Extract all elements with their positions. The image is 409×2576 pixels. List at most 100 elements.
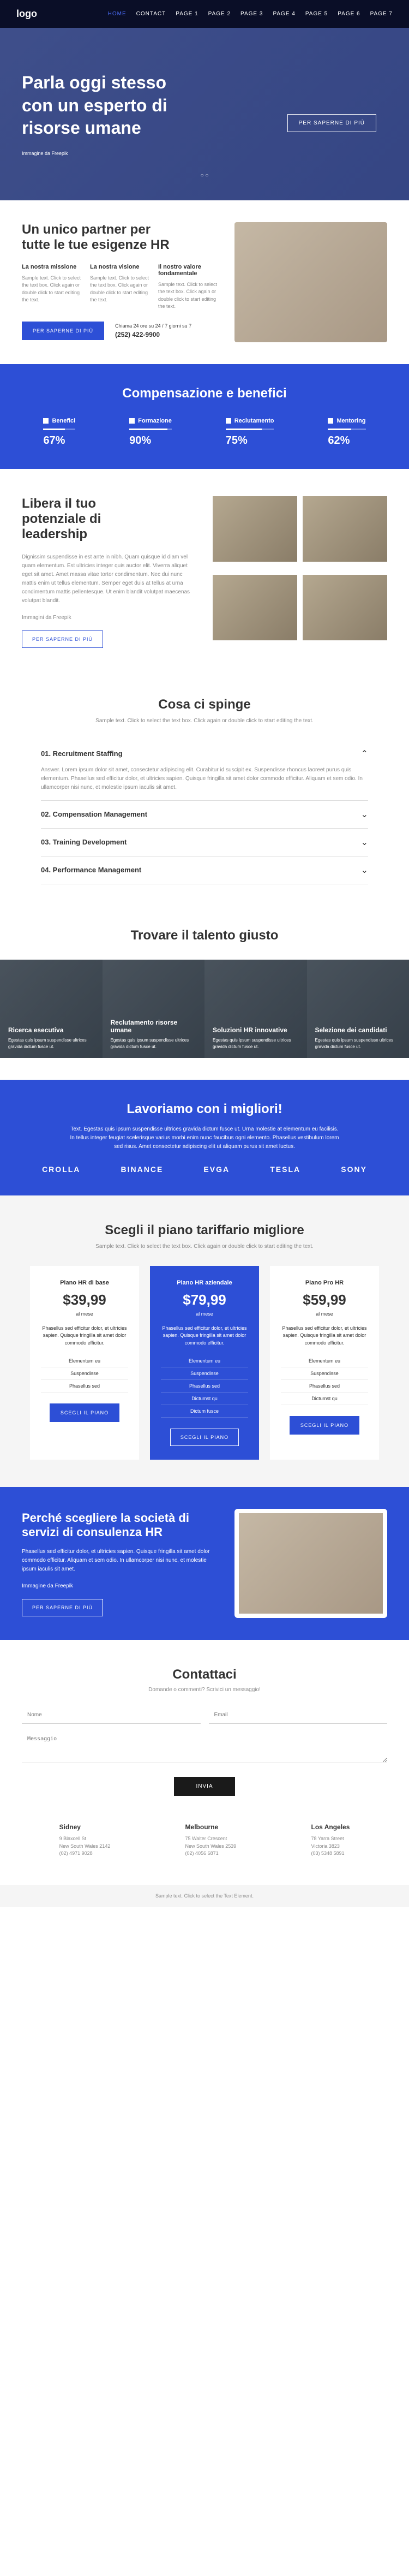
vision-text: Sample text. Click to select the text bo…: [90, 275, 150, 304]
email-input[interactable]: [209, 1706, 388, 1724]
mission-heading: La nostra missione: [22, 264, 82, 270]
nav-page3[interactable]: PAGE 3: [240, 11, 263, 17]
stat-icon: [129, 418, 135, 424]
phone-info: Chiama 24 ore su 24 / 7 giorni su 7 (252…: [115, 323, 191, 338]
contact-section: Contattaci Domande o commenti? Scrivici …: [0, 1640, 409, 1885]
partner-logo: TESLA: [270, 1165, 300, 1174]
leader-image-1: [213, 496, 297, 562]
why-text: Phasellus sed efficitur dolor, et ultric…: [22, 1548, 218, 1574]
hero-credit: Immagine da Freepik: [22, 151, 387, 156]
mission-text: Sample text. Click to select the text bo…: [22, 275, 82, 304]
hero-title: Parla oggi stesso con un esperto di riso…: [22, 72, 196, 140]
best-text: Text. Egestas quis ipsum suspendisse ult…: [68, 1125, 341, 1151]
stat-icon: [43, 418, 49, 424]
nav-page2[interactable]: PAGE 2: [208, 11, 231, 17]
comp-item: Mentoring62%: [328, 418, 365, 447]
leader-image-3: [213, 575, 297, 640]
value-text: Sample text. Click to select the text bo…: [158, 281, 218, 311]
talent-section: Trovare il talento giusto Ricerca esecut…: [0, 906, 409, 1080]
choose-plan-button[interactable]: SCEGLI IL PIANO: [290, 1416, 359, 1435]
why-cta-button[interactable]: PER SAPERNE DI PIÙ: [22, 1599, 103, 1616]
nav-home[interactable]: HOME: [108, 11, 127, 17]
nav-page7[interactable]: PAGE 7: [370, 11, 393, 17]
accordion-header[interactable]: 01. Recruitment Staffing⌃: [41, 748, 368, 759]
logo[interactable]: logo: [16, 8, 37, 20]
plan-feature: Dictum fusce: [161, 1405, 248, 1418]
comp-item: Formazione90%: [129, 418, 172, 447]
accordion-header[interactable]: 03. Training Development⌄: [41, 837, 368, 848]
choose-plan-button[interactable]: SCEGLI IL PIANO: [50, 1403, 119, 1422]
comp-item: Reclutamento75%: [226, 418, 274, 447]
pricing-subtitle: Sample text. Click to select the text bo…: [22, 1244, 387, 1250]
plan-feature: Phasellus sed: [41, 1380, 128, 1393]
header: logo HOME CONTACT PAGE 1 PAGE 2 PAGE 3 P…: [0, 0, 409, 28]
carousel-dots[interactable]: ○ ○: [22, 172, 387, 179]
accordion-header[interactable]: 04. Performance Management⌄: [41, 865, 368, 876]
leader-cta-button[interactable]: PER SAPERNE DI PIÙ: [22, 630, 103, 648]
nav-page4[interactable]: PAGE 4: [273, 11, 295, 17]
contact-subtitle: Domande o commenti? Scrivici un messaggi…: [22, 1687, 387, 1693]
price-card: Piano HR di base$39,99al mesePhasellus s…: [30, 1266, 139, 1460]
chevron-down-icon: ⌄: [361, 865, 368, 876]
compensation-section: Compensazione e benefici Benefici67% For…: [0, 364, 409, 469]
accordion-item: 01. Recruitment Staffing⌃ Answer. Lorem i…: [41, 740, 368, 801]
choose-plan-button[interactable]: SCEGLI IL PIANO: [170, 1429, 239, 1446]
chevron-up-icon: ⌃: [361, 748, 368, 759]
leader-title: Libera il tuo potenziale di leadership: [22, 496, 131, 542]
footer: Sample text. Click to select the Text El…: [0, 1885, 409, 1907]
accordion-header[interactable]: 02. Compensation Management⌄: [41, 809, 368, 820]
stat-icon: [328, 418, 333, 424]
value-heading: Il nostro valore fondamentale: [158, 264, 218, 277]
hero-cta-button[interactable]: PER SAPERNE DI PIÙ: [287, 114, 376, 132]
chevron-down-icon: ⌄: [361, 837, 368, 848]
drives-subtitle: Sample text. Click to select the text bo…: [22, 718, 387, 724]
comp-title: Compensazione e benefici: [22, 386, 387, 401]
talent-card[interactable]: Ricerca esecutivaEgestas quis ipsum susp…: [0, 960, 103, 1058]
leader-image-4: [303, 575, 387, 640]
nav-page1[interactable]: PAGE 1: [176, 11, 198, 17]
why-image: [239, 1513, 383, 1614]
accordion-body: Answer. Lorem ipsum dolor sit amet, cons…: [41, 766, 368, 792]
phone-number[interactable]: (252) 422-9900: [115, 331, 191, 338]
why-credit: Immagine da Freepik: [22, 1582, 218, 1591]
partner-cta-button[interactable]: PER SAPERNE DI PIÙ: [22, 322, 104, 340]
leader-credit: Immagini da Freepik: [22, 614, 196, 622]
leadership-section: Libera il tuo potenziale di leadership D…: [0, 469, 409, 675]
drives-title: Cosa ci spinge: [22, 697, 387, 712]
location: Sidney9 Blaxcell StNew South Wales 2142(…: [59, 1823, 111, 1858]
contact-title: Contattaci: [22, 1667, 387, 1682]
talent-title: Trovare il talento giusto: [0, 928, 409, 943]
location: Los Angeles78 Yarra StreetVictoria 3823(…: [311, 1823, 350, 1858]
plan-feature: Suspendisse: [161, 1367, 248, 1380]
talent-card[interactable]: Soluzioni HR innovativeEgestas quis ipsu…: [204, 960, 307, 1058]
comp-item: Benefici67%: [43, 418, 75, 447]
pricing-section: Scegli il piano tariffario migliore Samp…: [0, 1195, 409, 1488]
name-input[interactable]: [22, 1706, 201, 1724]
nav-page5[interactable]: PAGE 5: [305, 11, 328, 17]
talent-card[interactable]: Selezione dei candidatiEgestas quis ipsu…: [307, 960, 409, 1058]
partner-logo: SONY: [341, 1165, 367, 1174]
plan-feature: Elementum eu: [41, 1355, 128, 1367]
location: Melbourne75 Walter CrescentNew South Wal…: [185, 1823, 237, 1858]
chevron-down-icon: ⌄: [361, 809, 368, 820]
vision-heading: La nostra visione: [90, 264, 150, 270]
message-input[interactable]: [22, 1730, 387, 1763]
why-section: Perché scegliere la società di servizi d…: [0, 1487, 409, 1640]
partner-logo: CROLLA: [42, 1165, 80, 1174]
accordion-item: 03. Training Development⌄: [41, 829, 368, 856]
plan-feature: Dictumst qu: [281, 1393, 368, 1405]
best-section: Lavoriamo con i migliori! Text. Egestas …: [0, 1080, 409, 1195]
pricing-title: Scegli il piano tariffario migliore: [22, 1223, 387, 1238]
drives-section: Cosa ci spinge Sample text. Click to sel…: [0, 675, 409, 906]
nav-contact[interactable]: CONTACT: [136, 11, 166, 17]
nav-page6[interactable]: PAGE 6: [338, 11, 360, 17]
footer-text: Sample text. Click to select the Text El…: [155, 1893, 254, 1899]
partner-image: [234, 222, 387, 342]
talent-card[interactable]: Reclutamento risorse umaneEgestas quis i…: [103, 960, 205, 1058]
accordion-item: 02. Compensation Management⌄: [41, 801, 368, 829]
accordion-item: 04. Performance Management⌄: [41, 856, 368, 884]
why-image-frame: [234, 1509, 387, 1618]
leader-image-grid: [213, 496, 387, 648]
submit-button[interactable]: INVIA: [174, 1777, 234, 1796]
plan-feature: Elementum eu: [281, 1355, 368, 1367]
